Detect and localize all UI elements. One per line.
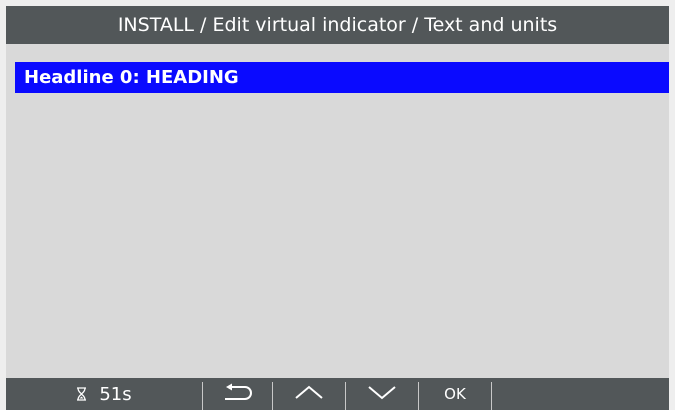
softkey-bar: 51s OK bbox=[6, 378, 669, 410]
menu-list: Headline 0: HEADING bbox=[15, 62, 669, 93]
down-button[interactable] bbox=[346, 378, 418, 410]
device-screen: INSTALL / Edit virtual indicator / Text … bbox=[6, 6, 669, 410]
chevron-up-icon bbox=[294, 384, 324, 404]
title-bar: INSTALL / Edit virtual indicator / Text … bbox=[6, 6, 669, 44]
list-item-label: Headline 0: HEADING bbox=[24, 67, 239, 88]
list-item-headline-0[interactable]: Headline 0: HEADING bbox=[15, 62, 669, 93]
ok-button[interactable]: OK bbox=[419, 378, 491, 410]
chevron-down-icon bbox=[367, 384, 397, 404]
back-arrow-icon bbox=[221, 383, 255, 405]
back-button[interactable] bbox=[203, 378, 272, 410]
empty-softkey bbox=[492, 378, 669, 410]
timer-value: 51s bbox=[99, 383, 132, 405]
timeout-indicator: 51s bbox=[6, 378, 202, 410]
page-title: INSTALL / Edit virtual indicator / Text … bbox=[117, 14, 558, 36]
hourglass-icon bbox=[76, 387, 87, 401]
up-button[interactable] bbox=[273, 378, 345, 410]
ok-label: OK bbox=[444, 385, 466, 403]
